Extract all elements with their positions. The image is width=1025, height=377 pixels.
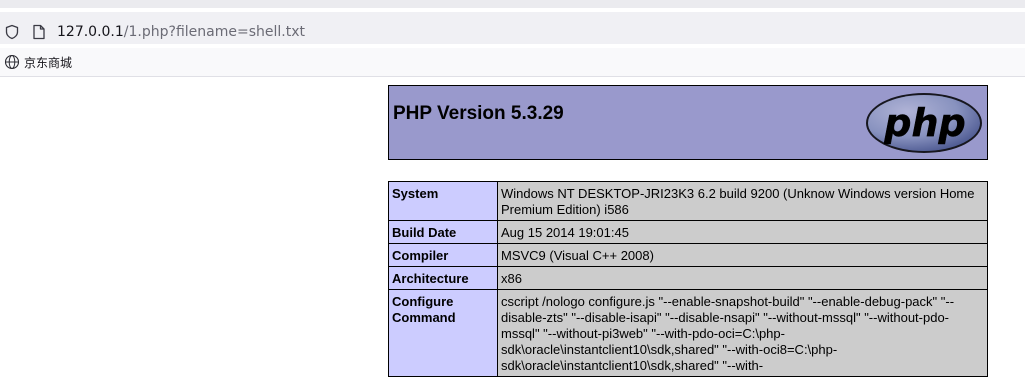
row-value: Aug 15 2014 19:01:45: [497, 220, 988, 244]
bookmarks-toolbar: 京东商城: [0, 48, 1025, 77]
row-value: MSVC9 (Visual C++ 2008): [497, 243, 988, 267]
table-row: Compiler MSVC9 (Visual C++ 2008): [388, 243, 988, 267]
url-field[interactable]: 127.0.0.1/1.php?filename=shell.txt: [0, 12, 1025, 44]
php-logo[interactable]: php: [865, 92, 983, 154]
bookmark-item[interactable]: 京东商城: [4, 53, 72, 71]
php-info-table: System Windows NT DESKTOP-JRI23K3 6.2 bu…: [388, 181, 988, 377]
page-icon[interactable]: [32, 24, 46, 40]
row-key: System: [388, 181, 498, 221]
logo-text: php: [883, 101, 965, 145]
row-key: Compiler: [388, 243, 498, 267]
browser-top-strip: [0, 0, 1025, 8]
php-version-header: PHP Version 5.3.29 php: [388, 85, 988, 160]
globe-icon: [4, 54, 20, 70]
url-text[interactable]: 127.0.0.1/1.php?filename=shell.txt: [57, 23, 305, 41]
table-row: System Windows NT DESKTOP-JRI23K3 6.2 bu…: [388, 181, 988, 221]
page-title: PHP Version 5.3.29: [393, 103, 564, 124]
table-row: Configure Command cscript /nologo config…: [388, 289, 988, 377]
row-value: cscript /nologo configure.js "--enable-s…: [497, 289, 988, 377]
row-key: Build Date: [388, 220, 498, 244]
shield-icon[interactable]: [4, 24, 20, 40]
row-value: Windows NT DESKTOP-JRI23K3 6.2 build 920…: [497, 181, 988, 221]
bookmark-label: 京东商城: [24, 55, 73, 70]
row-key: Architecture: [388, 266, 498, 290]
url-path: /1.php?filename=shell.txt: [123, 24, 305, 40]
url-host: 127.0.0.1: [57, 24, 124, 40]
address-bar[interactable]: 127.0.0.1/1.php?filename=shell.txt: [0, 8, 1025, 48]
row-value: x86: [497, 266, 988, 290]
row-key: Configure Command: [388, 289, 498, 377]
table-row: Architecture x86: [388, 266, 988, 290]
table-row: Build Date Aug 15 2014 19:01:45: [388, 220, 988, 244]
